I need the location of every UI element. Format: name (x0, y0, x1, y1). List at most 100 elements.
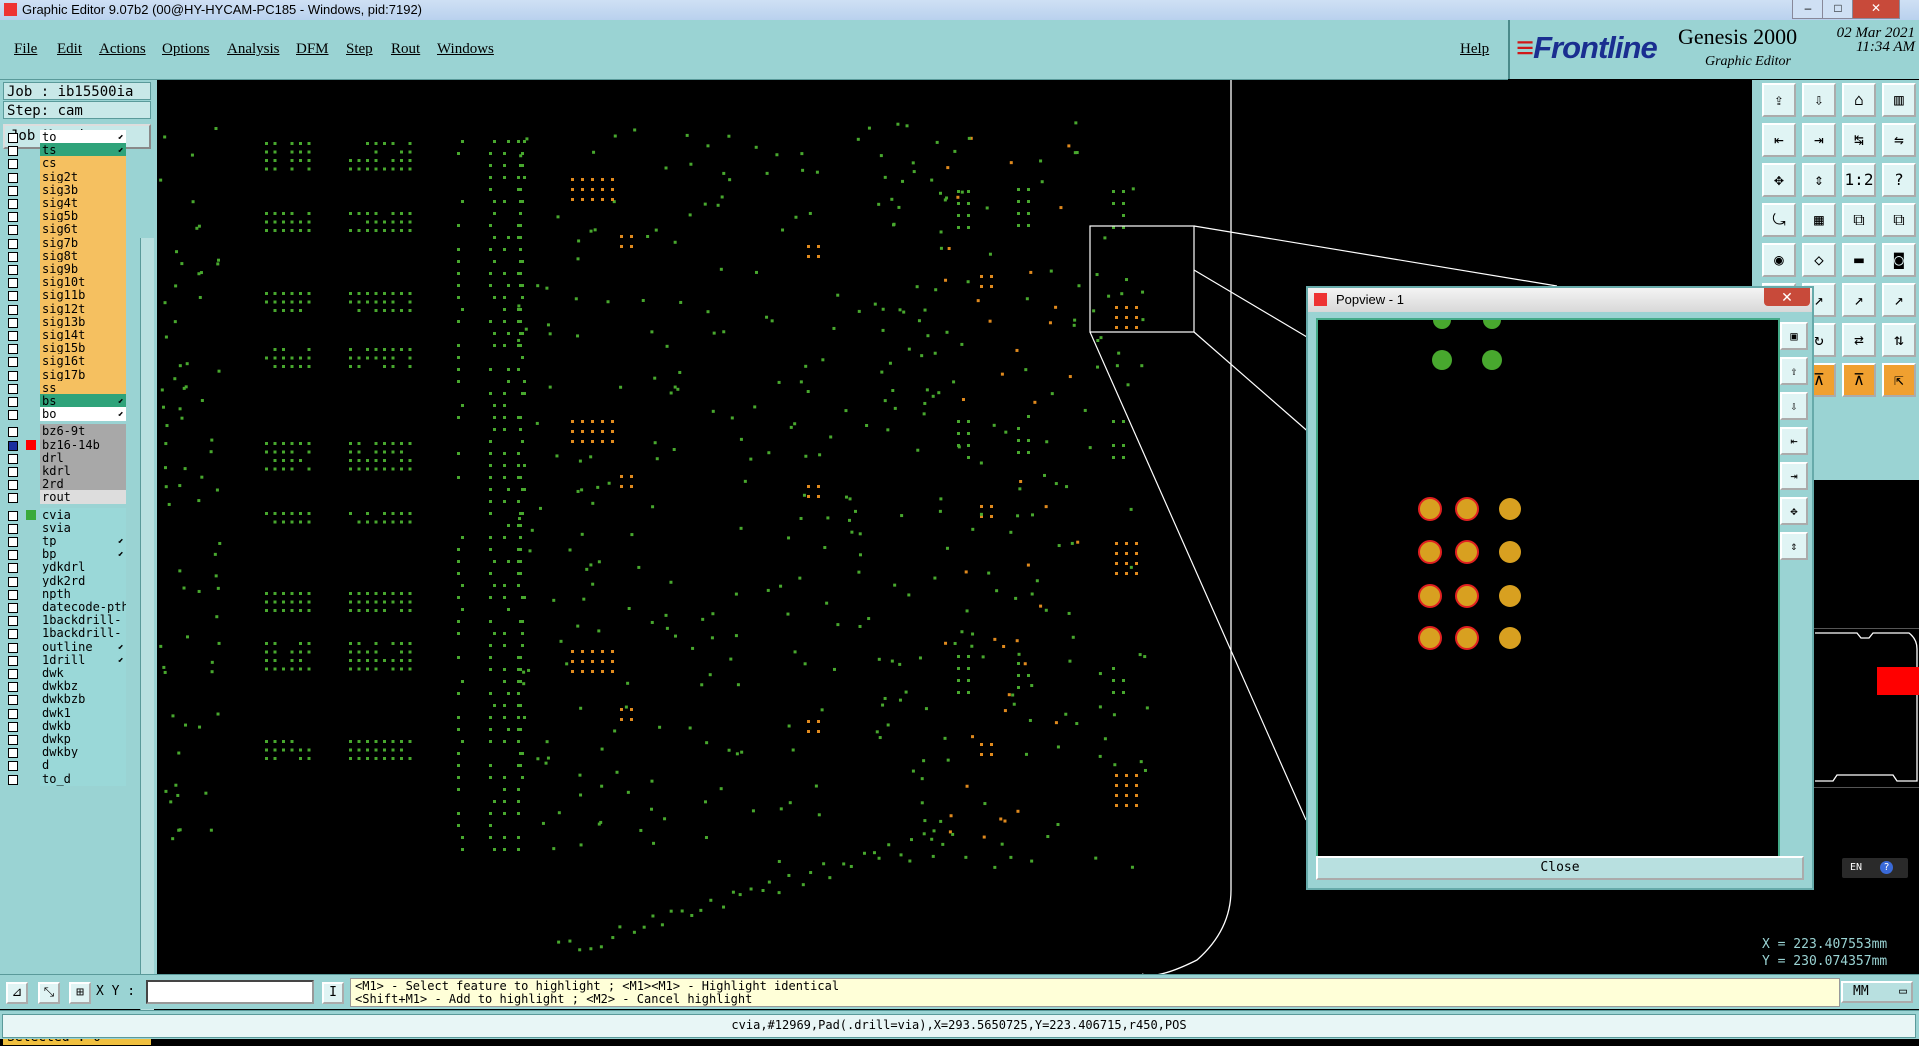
layer-checkbox[interactable] (8, 357, 18, 368)
layer-checkbox[interactable] (8, 523, 18, 534)
highlighted-pad[interactable] (1499, 585, 1521, 607)
layer-checkbox[interactable] (8, 440, 18, 451)
layer-name[interactable]: bp ⬋ (40, 547, 126, 562)
layer-checkbox[interactable] (8, 682, 18, 693)
layer-checkbox[interactable] (8, 225, 18, 236)
menu-rout[interactable]: Rout (391, 41, 420, 58)
home-icon[interactable]: ⌂ (1842, 83, 1876, 117)
redraw-icon[interactable]: ⇋ (1882, 123, 1916, 157)
layer-checkbox[interactable] (8, 146, 18, 157)
layer-checkbox[interactable] (8, 537, 18, 547)
layer-name[interactable]: sig8t (40, 248, 126, 263)
layer-checkbox[interactable] (8, 133, 18, 143)
layer-name[interactable]: sig7b (40, 235, 126, 250)
highlighted-pad[interactable] (1418, 626, 1442, 650)
compare-icon[interactable]: ⧉ (1882, 203, 1916, 237)
layer-name[interactable]: ydk2rd (40, 573, 126, 588)
layer-checkbox[interactable] (8, 629, 18, 640)
layer-name[interactable]: tp ⬋ (40, 534, 126, 548)
layer-checkbox[interactable] (8, 185, 18, 196)
pop-in-icon[interactable]: ⇩ (1780, 392, 1808, 420)
menu-file[interactable]: File (14, 41, 37, 58)
layer-checkbox[interactable] (8, 748, 18, 759)
fit-icon[interactable]: ✥ (1762, 163, 1796, 197)
layer-name[interactable]: to_d (40, 771, 126, 786)
layer-name[interactable]: bz16-14b (40, 437, 126, 452)
menu-help[interactable]: Help (1460, 41, 1489, 58)
layer-name[interactable]: svia (40, 520, 126, 535)
layer-checkbox[interactable] (8, 576, 18, 587)
highlighted-pad[interactable] (1418, 497, 1442, 521)
menu-analysis[interactable]: Analysis (227, 41, 280, 58)
close-window-button[interactable]: ✕ (1852, 0, 1900, 19)
layer-checkbox[interactable] (8, 453, 18, 464)
save-icon[interactable]: ⇩ (1802, 83, 1836, 117)
popview-canvas[interactable] (1316, 318, 1780, 858)
measure-icon[interactable]: ⊿ (6, 982, 28, 1004)
layer-name[interactable]: sig5b (40, 209, 126, 224)
layer-name[interactable]: 1drill ⬋ (40, 652, 126, 667)
via-pad[interactable] (1482, 350, 1502, 370)
highlighted-pad[interactable] (1455, 497, 1479, 521)
layer-name[interactable]: sig3b (40, 182, 126, 197)
layer-name[interactable]: dwkb (40, 718, 126, 733)
layer-checkbox[interactable] (8, 708, 18, 719)
layer-name[interactable]: dwkby (40, 745, 126, 760)
highlighted-pad[interactable] (1499, 541, 1521, 563)
mirror-icon[interactable]: ↗ (1882, 283, 1916, 317)
layer-checkbox[interactable] (8, 669, 18, 679)
pop-fit-icon[interactable]: ⇪ (1780, 357, 1808, 385)
layer-name[interactable]: sig11b (40, 288, 126, 303)
menu-step[interactable]: Step (346, 41, 373, 58)
layer-row[interactable]: bo ⬋ (4, 407, 126, 422)
board-overview-map[interactable] (1812, 628, 1919, 788)
language-bar[interactable]: EN ? (1842, 858, 1908, 878)
layer-name[interactable]: ydkdrl (40, 560, 126, 575)
info-icon[interactable]: I (322, 982, 344, 1004)
layer-checkbox[interactable] (8, 774, 18, 785)
edit-icon[interactable]: ⇅ (1882, 323, 1916, 357)
layer-checkbox[interactable] (8, 589, 18, 600)
layer-name[interactable]: dwkbzb (40, 692, 126, 707)
layer-checkbox[interactable] (8, 467, 18, 477)
layer-checkbox[interactable] (8, 370, 18, 381)
layer-checkbox[interactable] (8, 616, 18, 627)
layer-row[interactable]: to_d (4, 771, 126, 787)
layer-checkbox[interactable] (8, 510, 18, 521)
layer-name[interactable]: sig14t (40, 328, 126, 342)
grid-icon[interactable]: ⊞ (69, 982, 91, 1004)
minimize-button[interactable]: – (1792, 0, 1824, 19)
menu-actions[interactable]: Actions (99, 41, 146, 58)
open-icon[interactable]: ⇪ (1762, 83, 1796, 117)
layer-name[interactable]: ss (40, 380, 126, 395)
snap-icon[interactable]: ⤡ (38, 982, 60, 1004)
layer-checkbox[interactable] (8, 427, 18, 438)
popview-close-x-button[interactable]: ✕ (1764, 288, 1810, 306)
highlighted-pad[interactable] (1455, 584, 1479, 608)
layer-checkbox[interactable] (8, 721, 18, 732)
menu-windows[interactable]: Windows (437, 41, 494, 58)
highlighted-pad[interactable] (1455, 626, 1479, 650)
menu-options[interactable]: Options (162, 41, 210, 58)
layer-checkbox[interactable] (8, 761, 18, 772)
layer-checkbox[interactable] (8, 642, 18, 653)
layer-name[interactable]: sig9b (40, 262, 126, 276)
layer-checkbox[interactable] (8, 344, 18, 355)
line-icon[interactable]: ▬ (1842, 243, 1876, 277)
layer-name[interactable]: d (40, 758, 126, 773)
layer-name[interactable]: drl (40, 450, 126, 465)
highlighted-pad[interactable] (1455, 540, 1479, 564)
layer-name[interactable]: rout (40, 490, 126, 505)
drill-icon[interactable]: ⊼ (1842, 363, 1876, 397)
zoom-in-icon[interactable]: ⇤ (1762, 123, 1796, 157)
menu-edit[interactable]: Edit (57, 41, 82, 58)
layer-name[interactable]: 2rd (40, 477, 126, 492)
pop-home-icon[interactable]: ✥ (1780, 497, 1808, 525)
snap-icon[interactable]: ⤿ (1762, 203, 1796, 237)
layer-name[interactable]: dwkp (40, 732, 126, 746)
layer-name[interactable]: cvia (40, 507, 126, 522)
highlighted-pad[interactable] (1418, 584, 1442, 608)
feature-icon[interactable]: ◉ (1762, 243, 1796, 277)
layer-name[interactable]: dwk1 (40, 705, 126, 720)
rotate-icon[interactable]: ↗ (1842, 283, 1876, 317)
